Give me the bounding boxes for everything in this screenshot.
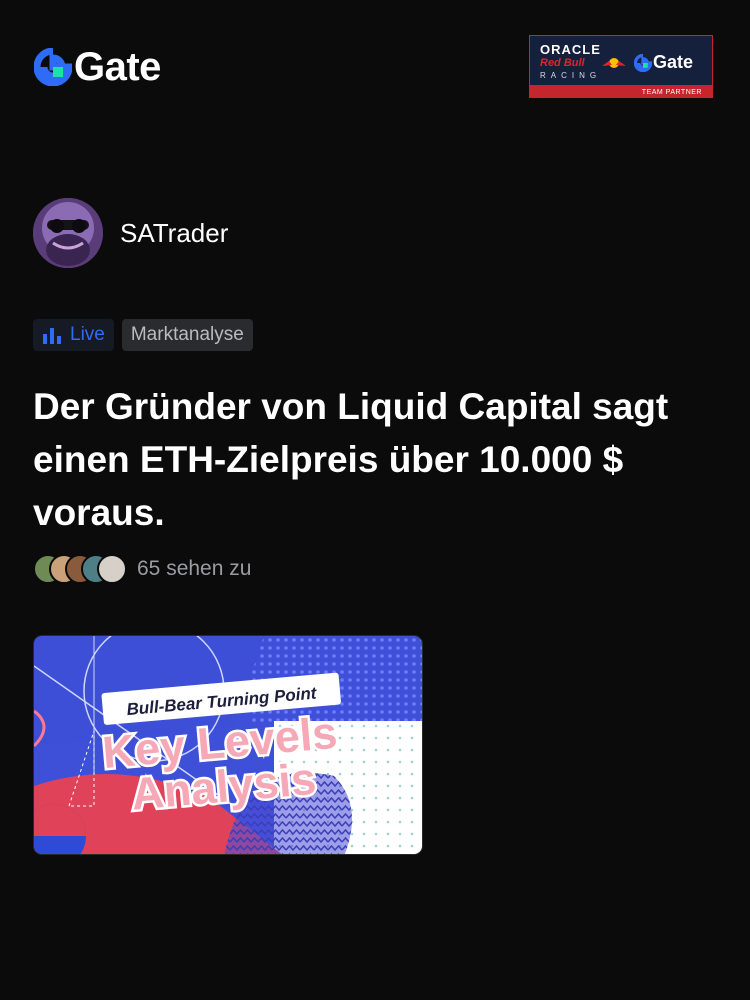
post-thumbnail[interactable]: Bull-Bear Turning Point Key Levels Analy…	[33, 635, 423, 855]
avatar[interactable]	[33, 198, 103, 268]
live-tag[interactable]: Live	[33, 319, 114, 351]
partner-gate: Gate	[634, 52, 693, 73]
partner-banner[interactable]: ORACLE Red Bull RACING Gate TEAM PARTNER	[529, 35, 713, 98]
author[interactable]: SATrader	[33, 198, 228, 268]
post-title[interactable]: Der Gründer von Liquid Capital sagt eine…	[33, 380, 723, 539]
viewer-avatar	[97, 554, 127, 584]
red-bull-icon	[602, 58, 626, 68]
logo-text: Gate	[74, 45, 161, 89]
tag-row: Live Marktanalyse	[33, 319, 253, 351]
viewers: 65 sehen zu	[33, 554, 251, 584]
bar-chart-icon	[43, 328, 61, 344]
partner-brand: Gate	[653, 52, 694, 72]
topic-tag[interactable]: Marktanalyse	[121, 319, 253, 351]
partner-line3: RACING	[540, 71, 602, 80]
gate-logo[interactable]: Gate	[34, 45, 161, 89]
live-label: Live	[70, 324, 105, 345]
partner-line1: ORACLE	[540, 42, 601, 57]
header: Gate ORACLE Red Bull RACING Gate TEAM PA…	[0, 0, 750, 110]
gate-logo-icon	[634, 53, 652, 72]
partner-line2: Red Bull	[540, 57, 585, 69]
author-name[interactable]: SATrader	[120, 218, 228, 249]
viewer-count: 65 sehen zu	[137, 557, 252, 580]
partner-badge: TEAM PARTNER	[641, 89, 702, 96]
gate-logo-icon	[34, 48, 72, 86]
thumbnail-image: Bull-Bear Turning Point Key Levels Analy…	[34, 636, 422, 854]
viewer-avatars	[33, 554, 127, 584]
avatar-image	[33, 198, 103, 268]
topic-label: Marktanalyse	[130, 324, 244, 345]
